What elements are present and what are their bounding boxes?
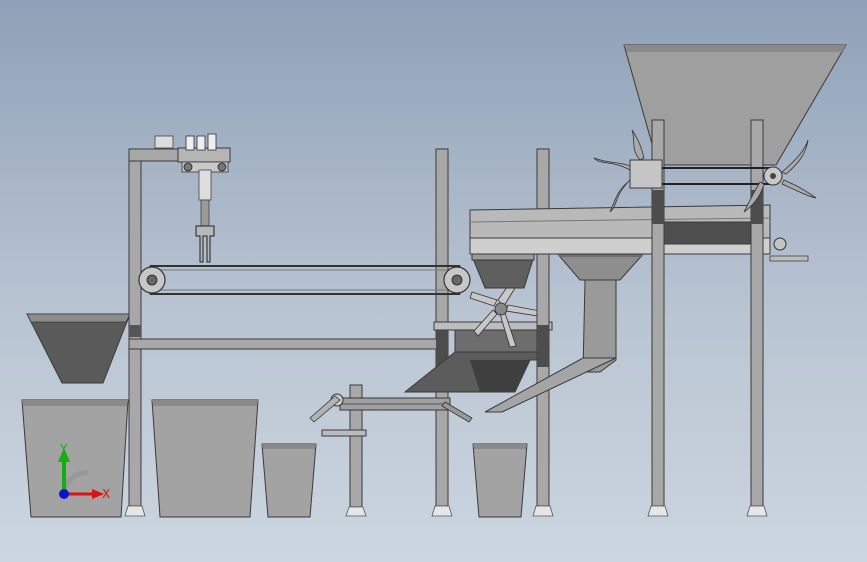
- leveling-foot: [431, 505, 453, 517]
- bin-3[interactable]: [261, 443, 317, 518]
- cad-viewport[interactable]: Y X: [0, 0, 867, 562]
- left-hopper[interactable]: [26, 313, 131, 384]
- leveling-foot: [647, 505, 669, 517]
- belt-conveyor-main[interactable]: [138, 265, 471, 295]
- right-frame: [647, 119, 768, 517]
- leveling-foot: [746, 505, 768, 517]
- bin-1[interactable]: [21, 399, 129, 518]
- leveling-foot: [532, 505, 554, 517]
- z-axis-dot: [59, 489, 69, 499]
- collection-bins: [21, 399, 528, 518]
- bin-4[interactable]: [472, 443, 528, 518]
- bin-2[interactable]: [151, 399, 259, 518]
- feed-hopper-small[interactable]: [471, 253, 535, 289]
- gripper-claw: [195, 225, 215, 263]
- leveling-foot: [124, 505, 146, 517]
- axis-label-x: X: [102, 487, 110, 501]
- machine-assembly-drawing: Y X: [21, 44, 847, 518]
- axis-label-y: Y: [59, 442, 68, 456]
- leveling-foot: [345, 506, 367, 517]
